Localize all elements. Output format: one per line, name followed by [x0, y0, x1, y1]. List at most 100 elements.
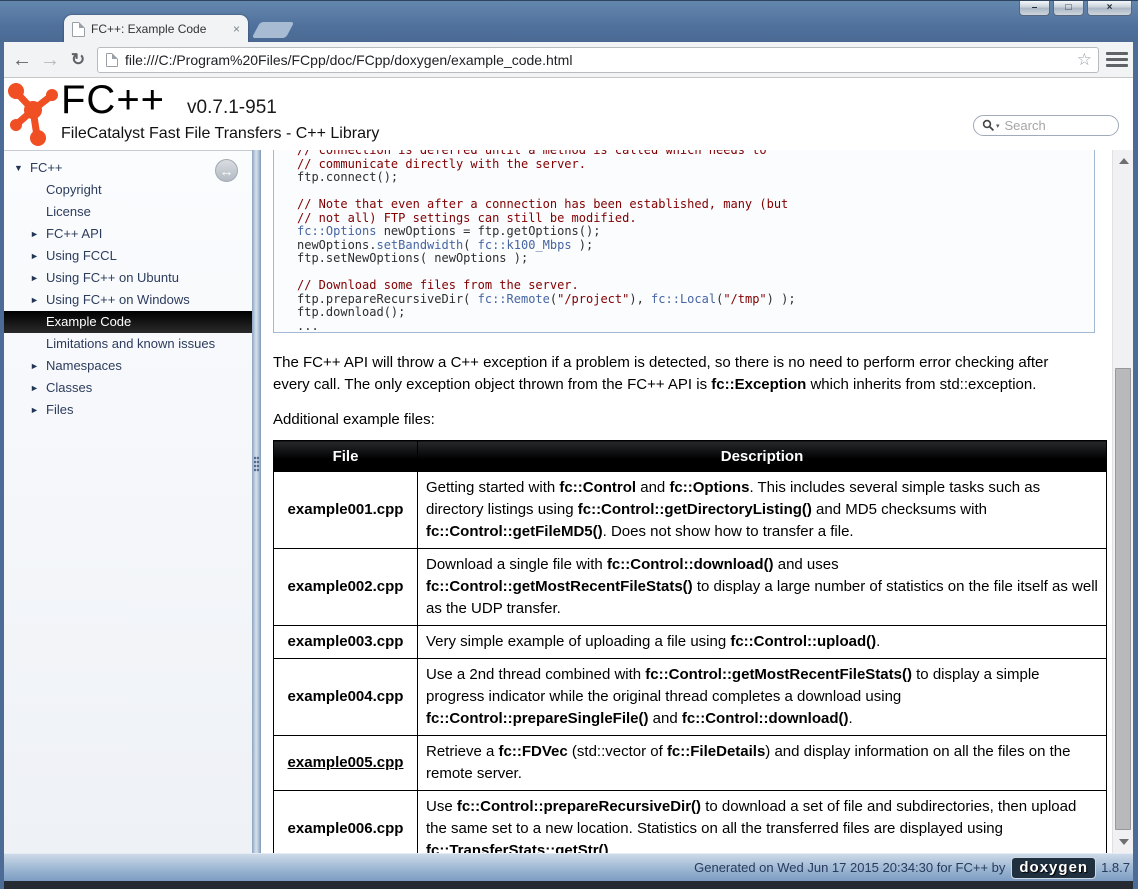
sidebar-item-license[interactable]: License	[4, 201, 252, 223]
sidebar-item-example-code[interactable]: Example Code	[4, 311, 252, 333]
code-link[interactable]: fc::k100_Mbps	[478, 238, 572, 252]
back-button[interactable]: ←	[9, 45, 35, 75]
api-reference: fc::Control::getDirectoryListing()	[578, 501, 812, 518]
project-title-block: FC++v0.7.1-951 FileCatalyst Fast File Tr…	[61, 78, 379, 143]
text-segment: .	[849, 710, 853, 727]
api-reference: fc::FileDetails	[667, 743, 765, 760]
code-text: ftp.prepareRecursiveDir(	[297, 292, 478, 306]
code-text: // Download some files from the server.	[297, 278, 579, 292]
code-text: newOptions.	[297, 238, 376, 252]
sidebar-item-fc-api[interactable]: ►FC++ API	[4, 223, 252, 245]
table-row: example006.cppUse fc::Control::prepareRe…	[274, 791, 1107, 854]
sync-icon[interactable]: ↔	[215, 159, 238, 182]
tree-collapsed-icon[interactable]: ►	[30, 399, 43, 421]
code-fragment-pre: // connection is deferred until a method…	[274, 150, 1094, 333]
project-version: v0.7.1-951	[187, 97, 277, 118]
examples-table: File Description example001.cppGetting s…	[273, 440, 1107, 853]
maximize-button[interactable]: □	[1053, 1, 1084, 16]
code-text: // Note that even after a connection has…	[297, 197, 788, 211]
sidebar-item-limitations-and-known-issues[interactable]: Limitations and known issues	[4, 333, 252, 355]
search-box[interactable]: ▾ Search	[973, 115, 1119, 136]
code-text: ),	[629, 292, 651, 306]
api-reference: fc::Control::getFileMD5()	[426, 523, 603, 540]
api-reference: fc::TransferStats::getStr()	[426, 842, 609, 853]
tree-collapsed-icon[interactable]: ►	[30, 355, 43, 377]
code-line: ftp.prepareRecursiveDir( fc::Remote("/pr…	[297, 293, 1094, 307]
sidebar-item-label: Copyright	[46, 179, 102, 201]
text-segment: Very simple example of uploading a file …	[426, 633, 730, 650]
examples-table-body: example001.cppGetting started with fc::C…	[274, 472, 1107, 854]
sidebar-tree: ▼FC++CopyrightLicense►FC++ API►Using FCC…	[4, 151, 252, 421]
url-text[interactable]: file:///C:/Program%20Files/FCpp/doc/FCpp…	[125, 52, 1071, 68]
footer-navpath: Generated on Wed Jun 17 2015 20:34:30 fo…	[0, 853, 1138, 881]
search-icon[interactable]: ▾	[982, 119, 1000, 132]
text-segment: (std::vector of	[568, 743, 667, 760]
content-scrollbar[interactable]	[1112, 150, 1133, 853]
forward-button: →	[37, 45, 63, 75]
code-text: );	[572, 238, 594, 252]
text-segment: Download a single file with	[426, 556, 607, 573]
sidebar-item-label: Using FCCL	[46, 245, 117, 267]
new-tab-button[interactable]	[252, 22, 295, 38]
file-description: Use a 2nd thread combined with fc::Contr…	[418, 659, 1107, 736]
scroll-up-arrow-icon[interactable]	[1119, 158, 1129, 164]
page-icon	[106, 53, 118, 67]
file-name-link[interactable]: example005.cpp	[274, 736, 418, 791]
sidebar-item-using-fc-on-windows[interactable]: ►Using FC++ on Windows	[4, 289, 252, 311]
tree-collapsed-icon[interactable]: ►	[30, 289, 43, 311]
api-reference: fc::Control::getMostRecentFileStats()	[645, 666, 912, 683]
sidebar-item-files[interactable]: ►Files	[4, 399, 252, 421]
scroll-down-arrow-icon[interactable]	[1119, 839, 1129, 845]
splitter-handle[interactable]	[252, 150, 261, 853]
reload-button[interactable]: ↻	[65, 45, 91, 75]
sidebar-item-using-fc-on-ubuntu[interactable]: ►Using FC++ on Ubuntu	[4, 267, 252, 289]
sidebar-item-namespaces[interactable]: ►Namespaces	[4, 355, 252, 377]
code-link[interactable]: fc::Local	[651, 292, 716, 306]
api-reference: fc::Control::prepareRecursiveDir()	[457, 798, 701, 815]
code-link[interactable]: setBandwidth	[376, 238, 463, 252]
scrollbar-thumb[interactable]	[1115, 368, 1131, 830]
code-text: ...	[297, 319, 319, 333]
sidebar-item-label: Files	[46, 399, 73, 421]
sidebar-item-copyright[interactable]: Copyright	[4, 179, 252, 201]
text-segment: Getting started with	[426, 479, 559, 496]
text-segment: Use a 2nd thread combined with	[426, 666, 645, 683]
doxygen-logo[interactable]: doxygen	[1011, 857, 1096, 879]
text-segment: and MD5 checksums with	[812, 501, 987, 518]
tree-collapsed-icon[interactable]: ►	[30, 245, 43, 267]
code-line: // communicate directly with the server.	[297, 158, 1094, 172]
sidebar-item-using-fccl[interactable]: ►Using FCCL	[4, 245, 252, 267]
sidebar-item-label: Limitations and known issues	[46, 333, 215, 355]
text-segment: which inherits from std::exception.	[806, 376, 1036, 393]
code-link[interactable]: fc::Options	[297, 224, 376, 238]
code-text: ftp.connect();	[297, 170, 398, 184]
tab-close-icon[interactable]: ×	[233, 22, 240, 36]
bookmark-star-icon[interactable]: ☆	[1077, 50, 1092, 70]
close-button[interactable]: ×	[1087, 1, 1132, 16]
text-segment: Use	[426, 798, 457, 815]
code-text: // not all) FTP settings can still be mo…	[297, 211, 637, 225]
window-titlebar[interactable]: FC++: Example Code × – □ ×	[0, 0, 1138, 42]
tree-expanded-icon[interactable]: ▼	[14, 157, 27, 179]
api-reference: fc::Control::download()	[682, 710, 849, 727]
window-left-border	[0, 42, 4, 889]
browser-tab[interactable]: FC++: Example Code ×	[64, 15, 248, 43]
tree-collapsed-icon[interactable]: ►	[30, 267, 43, 289]
sidebar-item-label: Using FC++ on Windows	[46, 289, 190, 311]
menu-button[interactable]	[1106, 50, 1128, 69]
sidebar-item-classes[interactable]: ►Classes	[4, 377, 252, 399]
tree-collapsed-icon[interactable]: ►	[30, 377, 43, 399]
tree-collapsed-icon[interactable]: ►	[30, 223, 43, 245]
code-text: ftp.setNewOptions( newOptions );	[297, 251, 528, 265]
text-segment: . Does not show how to transfer a file.	[603, 523, 854, 540]
code-link[interactable]: fc::Remote	[478, 292, 550, 306]
text-segment: and uses	[774, 556, 839, 573]
api-reference: fc::Control::download()	[607, 556, 774, 573]
address-bar[interactable]: file:///C:/Program%20Files/FCpp/doc/FCpp…	[97, 47, 1099, 73]
sidebar-item-label: Using FC++ on Ubuntu	[46, 267, 179, 289]
browser-window: FC++: Example Code × – □ × ← → ↻ file://…	[0, 0, 1138, 889]
file-description: Very simple example of uploading a file …	[418, 626, 1107, 659]
api-reference: fc::Control::prepareSingleFile()	[426, 710, 649, 727]
search-placeholder: Search	[1005, 118, 1046, 133]
minimize-button[interactable]: –	[1019, 1, 1050, 16]
